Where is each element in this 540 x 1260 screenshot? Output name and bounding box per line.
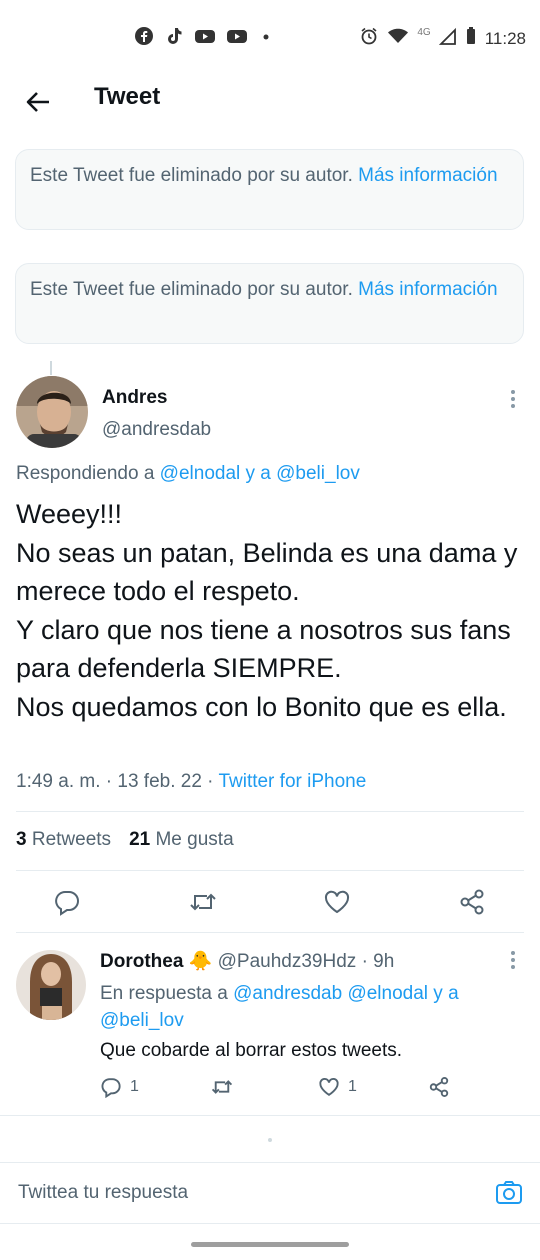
- back-button[interactable]: [18, 82, 58, 122]
- network-type: 4G: [417, 27, 431, 38]
- dot-icon: [258, 26, 274, 51]
- reply-count: 1: [130, 1078, 139, 1095]
- more-info-link[interactable]: Más información: [358, 279, 497, 300]
- author-handle[interactable]: @andresdab: [102, 418, 211, 442]
- home-indicator[interactable]: [191, 1242, 349, 1247]
- status-bar: 4G 11:28: [0, 0, 540, 72]
- share-icon: [429, 1077, 449, 1097]
- divider: [0, 1115, 540, 1116]
- reply-author-emoji: 🐥: [188, 951, 213, 972]
- reply-compose-bar: [0, 1162, 540, 1224]
- replying-prefix: Respondiendo a: [16, 463, 160, 484]
- wifi-icon: [387, 26, 409, 51]
- reply-in-reply-to: En respuesta a @andresdab @elnodal y a @…: [100, 980, 500, 1034]
- tweet-text: Weeey!!! No seas un patan, Belinda es un…: [16, 499, 518, 722]
- reply-handle-time[interactable]: @Pauhdz39Hdz · 9h: [218, 951, 395, 972]
- deleted-tweet-text: Este Tweet fue eliminado por su autor.: [30, 165, 359, 186]
- comment-icon: [55, 891, 79, 916]
- reply-actions: 1 1: [100, 1074, 470, 1104]
- facebook-icon: [134, 26, 154, 51]
- arrow-left-icon: [26, 92, 49, 112]
- reply-author: Dorothea 🐥 @Pauhdz39Hdz · 9h: [100, 950, 394, 974]
- clock: 11:28: [484, 28, 526, 48]
- reply-avatar[interactable]: [16, 950, 86, 1020]
- retweet-icon: [190, 893, 216, 911]
- reply-author-name[interactable]: Dorothea: [100, 951, 183, 972]
- deleted-tweet-text: Este Tweet fue eliminado por su autor.: [30, 279, 359, 300]
- reply-share-button[interactable]: [428, 1076, 450, 1098]
- retweets-count: 3: [16, 829, 27, 850]
- more-info-link[interactable]: Más información: [358, 165, 497, 186]
- youtube-icon: [226, 26, 248, 51]
- reply-text: Que cobarde al borrar estos tweets.: [100, 1040, 403, 1061]
- loading-indicator: [268, 1138, 272, 1142]
- retweet-button[interactable]: [181, 880, 225, 924]
- divider: [16, 870, 524, 871]
- system-icons: 4G 11:28: [359, 26, 526, 51]
- replying-users-link[interactable]: @elnodal y a @beli_lov: [160, 463, 360, 484]
- top-app-bar: Tweet: [0, 72, 540, 122]
- heart-icon: [324, 890, 350, 914]
- alarm-icon: [359, 26, 379, 51]
- tweet-stats: 3 Retweets 21 Me gusta: [16, 828, 234, 852]
- reply-in-reply-prefix: En respuesta a: [100, 983, 234, 1004]
- like-count: 1: [348, 1078, 357, 1095]
- tiktok-icon: [164, 26, 184, 51]
- comment-icon: [101, 1078, 121, 1098]
- share-icon: [460, 889, 484, 915]
- tweet-meta: 1:49 a. m. · 13 feb. 22 · Twitter for iP…: [16, 770, 366, 794]
- deleted-tweet-notice: Este Tweet fue eliminado por su autor. M…: [15, 149, 524, 230]
- reply-input[interactable]: [16, 1181, 460, 1205]
- tweet-source-link[interactable]: Twitter for iPhone: [218, 771, 366, 792]
- retweets-stat[interactable]: 3 Retweets: [16, 828, 111, 852]
- youtube-icon: [194, 26, 216, 51]
- reply-retweet-button[interactable]: [210, 1076, 234, 1098]
- divider: [16, 811, 524, 812]
- page-title: Tweet: [94, 83, 161, 110]
- reply-reply-button[interactable]: 1: [100, 1076, 139, 1098]
- like-button[interactable]: [315, 880, 359, 924]
- reply-more-options-button[interactable]: [503, 948, 523, 972]
- camera-icon: [496, 1181, 522, 1204]
- likes-count: 21: [129, 829, 151, 850]
- likes-stat[interactable]: 21 Me gusta: [129, 828, 234, 852]
- camera-button[interactable]: [494, 1177, 524, 1207]
- notification-icons: [134, 26, 274, 51]
- thread-connector: [50, 361, 52, 375]
- share-button[interactable]: [450, 880, 494, 924]
- divider: [16, 932, 524, 933]
- reply-like-button[interactable]: 1: [318, 1076, 357, 1098]
- reply-button[interactable]: [45, 880, 89, 924]
- deleted-tweet-notice: Este Tweet fue eliminado por su autor. M…: [15, 263, 524, 344]
- author-name[interactable]: Andres: [102, 386, 167, 410]
- heart-icon: [319, 1078, 339, 1096]
- more-options-button[interactable]: [503, 387, 523, 411]
- likes-label: Me gusta: [155, 829, 234, 850]
- tweet-actions: [0, 880, 540, 924]
- retweet-icon: [211, 1080, 233, 1094]
- retweets-label: Retweets: [31, 829, 112, 850]
- tweet-timestamp: 1:49 a. m. · 13 feb. 22 ·: [16, 771, 219, 792]
- replying-to: Respondiendo a @elnodal y a @beli_lov: [16, 462, 360, 486]
- avatar[interactable]: [16, 376, 88, 448]
- signal-icon: [438, 26, 457, 51]
- battery-icon: [465, 26, 477, 51]
